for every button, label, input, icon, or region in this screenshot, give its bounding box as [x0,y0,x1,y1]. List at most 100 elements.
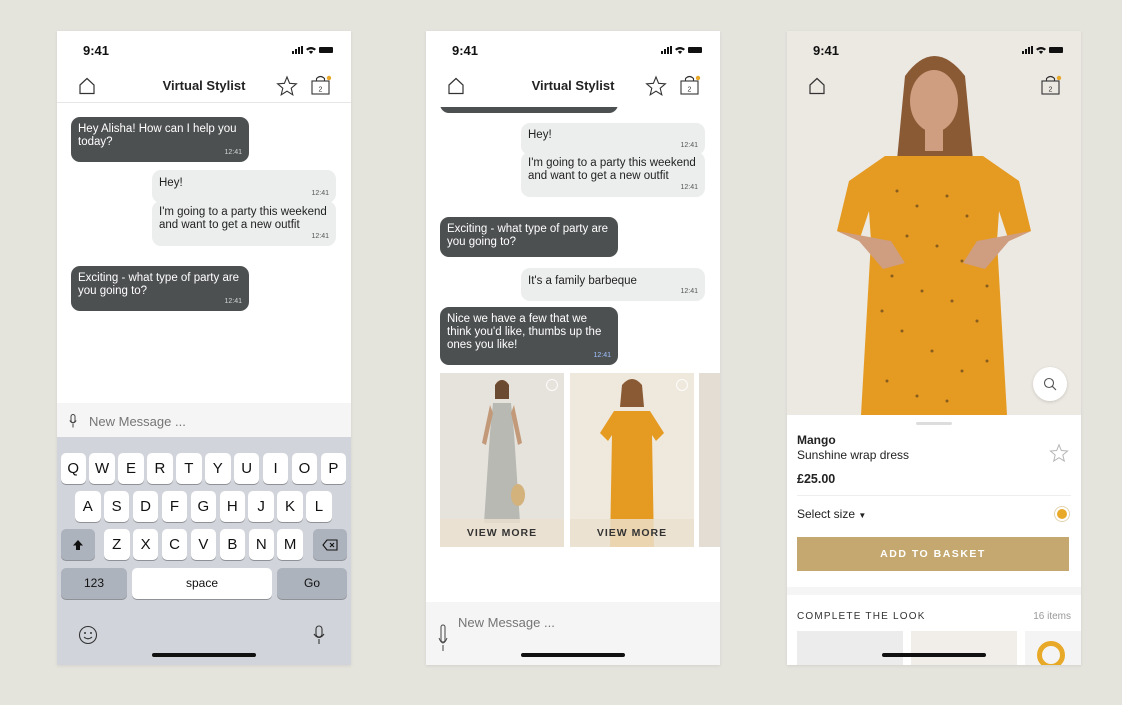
message-input[interactable] [89,411,329,431]
numbers-key[interactable]: 123 [61,568,127,599]
microphone-icon[interactable] [69,414,77,428]
chat-title: Virtual Stylist [531,78,615,93]
product-card[interactable]: VIEW MORE [570,373,694,547]
thumbs-up-icon[interactable] [676,379,688,391]
key-i[interactable]: I [262,453,289,484]
key-o[interactable]: O [291,453,318,484]
microphone-icon[interactable] [438,624,448,652]
key-p[interactable]: P [320,453,347,484]
key-x[interactable]: X [132,529,159,560]
status-bar: 9:41 [57,31,351,71]
signal-icon [661,46,672,54]
key-m[interactable]: M [277,529,303,560]
sheet-handle[interactable] [916,422,952,425]
status-time: 9:41 [452,43,479,58]
message-bubble-user: It's a family barbeque 12:41 [521,268,705,301]
key-u[interactable]: U [233,453,260,484]
battery-icon [319,47,333,53]
home-indicator [521,653,625,657]
product-sheet: Mango Sunshine wrap dress £25.00 Select … [787,415,1081,665]
item-count: 16 items [1033,611,1071,622]
backspace-key[interactable] [313,529,347,560]
key-k[interactable]: K [277,491,303,522]
key-l[interactable]: L [306,491,332,522]
message-bubble-user: Hey! 12:41 [521,123,705,155]
key-g[interactable]: G [190,491,217,522]
key-f[interactable]: F [161,491,188,522]
key-d[interactable]: D [132,491,159,522]
star-icon[interactable] [645,75,667,97]
add-to-basket-button[interactable]: ADD TO BASKET [797,537,1069,571]
zoom-button[interactable] [1033,367,1067,401]
look-item[interactable] [911,631,1017,665]
battery-icon [1049,47,1063,53]
space-key[interactable]: space [132,568,272,599]
key-b[interactable]: B [219,529,246,560]
product-card-partial[interactable] [699,373,720,547]
emoji-icon[interactable] [78,625,98,645]
shopping-bag-icon[interactable]: 2 [678,73,702,97]
caret-down-icon: ▼ [858,511,867,520]
key-q[interactable]: Q [60,453,86,484]
color-swatch[interactable] [1057,509,1067,519]
system-icons [1022,46,1063,54]
key-a[interactable]: A [75,491,101,522]
star-icon[interactable] [276,75,298,97]
key-e[interactable]: E [118,453,144,484]
message-bubble-bot: Nice we have a few that we think you'd l… [440,307,618,365]
look-item[interactable] [1025,631,1081,665]
key-t[interactable]: T [176,453,202,484]
earring-image [1037,641,1065,665]
status-time: 9:41 [813,43,840,58]
key-c[interactable]: C [161,529,188,560]
product-card[interactable]: VIEW MORE [440,373,564,547]
size-select[interactable]: Select size ▼ [797,507,866,521]
go-key[interactable]: Go [277,568,347,599]
key-w[interactable]: W [89,453,115,484]
shopping-bag-icon[interactable]: 2 [309,73,333,97]
key-h[interactable]: H [219,491,245,522]
message-text: I'm going to a party this weekend and wa… [159,206,327,231]
message-text: Hey Alisha! How can I help you today? [78,123,237,148]
message-time: 12:41 [311,190,329,197]
view-more-label[interactable]: VIEW MORE [570,519,694,547]
message-text: Exciting - what type of party are you go… [447,223,609,248]
message-time: 12:41 [224,149,242,156]
key-v[interactable]: V [190,529,217,560]
key-y[interactable]: Y [205,453,231,484]
divider [797,495,1071,496]
on-screen-keyboard: QWERTYUIOP ASDFGHJKL ZXCVBNM 123 space G… [57,437,351,665]
size-select-label: Select size [797,507,856,521]
home-indicator [882,653,986,657]
chat-title: Virtual Stylist [162,78,246,93]
message-bubble-bot: Exciting - what type of party are you go… [71,266,249,311]
look-item[interactable] [797,631,903,665]
dictation-icon[interactable] [313,625,325,645]
home-icon[interactable] [807,76,827,96]
message-text: It's a family barbeque [528,275,637,287]
message-time: 12:41 [680,184,698,191]
view-more-label[interactable]: VIEW MORE [440,519,564,547]
key-j[interactable]: J [248,491,274,522]
thumbs-up-icon[interactable] [546,379,558,391]
phone-chat-recommendations: 9:41 12:41 Virtual Stylist 2 Hey! 12:41 … [426,31,720,665]
key-n[interactable]: N [248,529,274,560]
key-r[interactable]: R [147,453,173,484]
message-bubble-bot: Exciting - what type of party are you go… [440,217,618,257]
system-icons [661,46,702,54]
phone-product-detail: 9:41 2 Mango Sunshine wrap dress £25.00 … [787,31,1081,665]
product-price: £25.00 [797,472,836,486]
complete-look-heading: COMPLETE THE LOOK [797,611,926,622]
section-divider [787,587,1081,595]
message-input[interactable] [458,612,698,632]
message-time: 12:41 [680,288,698,295]
key-s[interactable]: S [103,491,130,522]
product-hero-image [787,31,1081,415]
star-icon[interactable] [1049,443,1069,463]
header-divider [57,102,351,103]
shift-key[interactable] [61,529,95,560]
key-z[interactable]: Z [104,529,130,560]
system-icons [292,46,333,54]
bag-count: 2 [319,87,323,94]
shopping-bag-icon[interactable]: 2 [1039,73,1063,97]
